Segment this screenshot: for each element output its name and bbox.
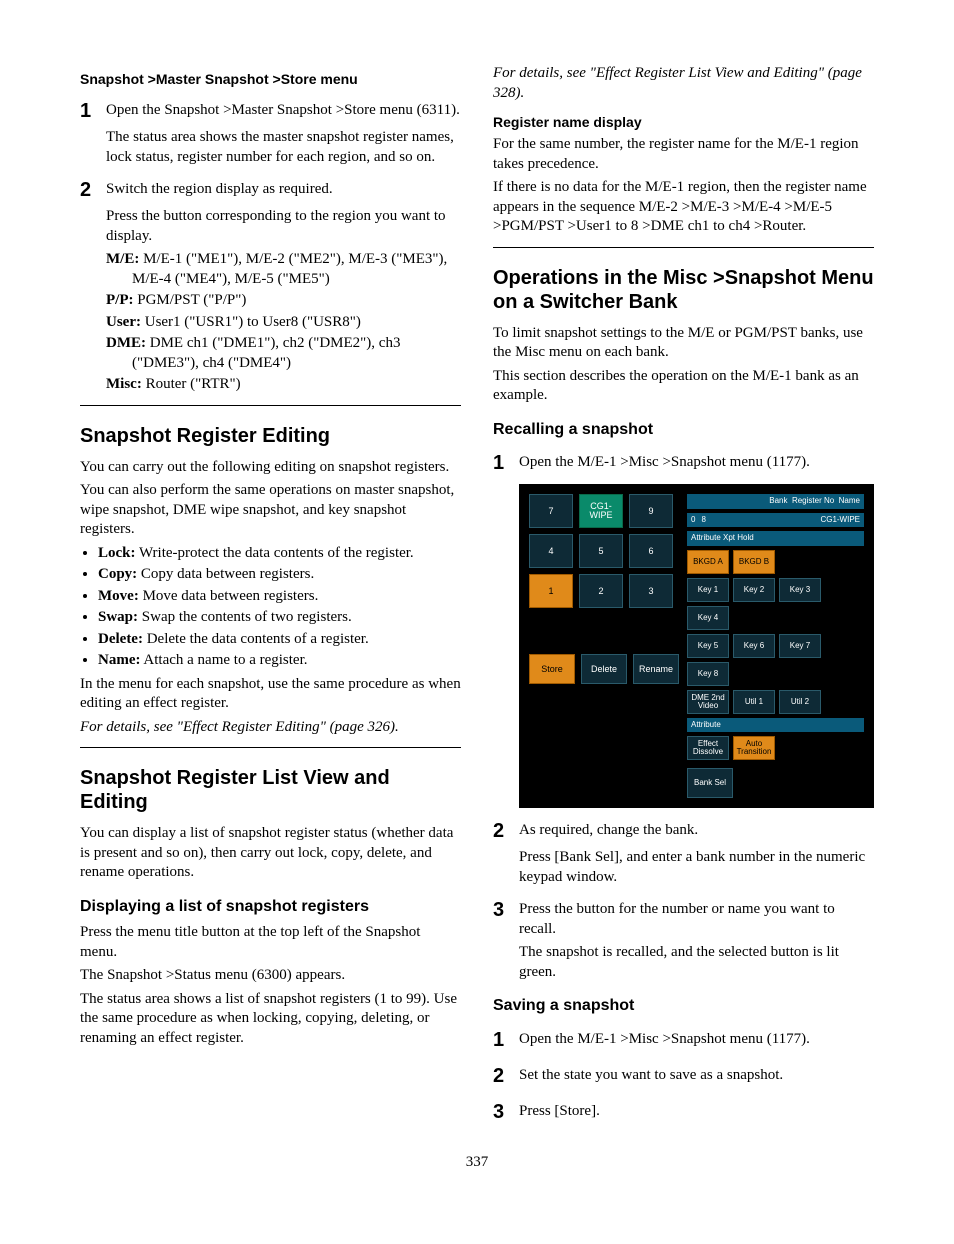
step-2-note: Press the button corresponding to the re… bbox=[106, 207, 461, 246]
keypad-4[interactable]: 4 bbox=[529, 534, 573, 568]
paragraph: The Snapshot >Status menu (6300) appears… bbox=[80, 966, 461, 986]
step-number: 1 bbox=[80, 98, 106, 124]
bkgd-a-button[interactable]: BKGD A bbox=[687, 550, 729, 574]
keypad-3[interactable]: 3 bbox=[629, 574, 673, 608]
keypad-1[interactable]: 1 bbox=[529, 574, 573, 608]
keypad-2[interactable]: 2 bbox=[579, 574, 623, 608]
step-1-note: The status area shows the master snapsho… bbox=[106, 128, 461, 167]
step-body: As required, change the bank. bbox=[519, 818, 874, 841]
bank-sel-button[interactable]: Bank Sel bbox=[687, 768, 733, 798]
paragraph: Press the menu title button at the top l… bbox=[80, 923, 461, 962]
paragraph: If there is no data for the M/E-1 region… bbox=[493, 178, 874, 237]
keypad-9[interactable]: 9 bbox=[629, 494, 673, 528]
key-2-button[interactable]: Key 2 bbox=[733, 578, 775, 602]
paragraph: To limit snapshot settings to the M/E or… bbox=[493, 324, 874, 363]
paragraph: This section describes the operation on … bbox=[493, 367, 874, 406]
util-2-button[interactable]: Util 2 bbox=[779, 690, 821, 714]
paragraph: For the same number, the register name f… bbox=[493, 135, 874, 174]
left-column: Snapshot >Master Snapshot >Store menu 1 … bbox=[80, 60, 461, 1129]
key-1-button[interactable]: Key 1 bbox=[687, 578, 729, 602]
key-7-button[interactable]: Key 7 bbox=[779, 634, 821, 658]
save-step-1: 1 Open the M/E-1 >Misc >Snapshot menu (1… bbox=[493, 1027, 874, 1053]
step-body: Open the Snapshot >Master Snapshot >Stor… bbox=[106, 98, 461, 121]
right-column: For details, see "Effect Register List V… bbox=[493, 60, 874, 1129]
key-4-button[interactable]: Key 4 bbox=[687, 606, 729, 630]
effect-dissolve-button[interactable]: Effect Dissolve bbox=[687, 736, 729, 760]
step-body: Open the M/E-1 >Misc >Snapshot menu (117… bbox=[519, 1027, 874, 1050]
keypad-5[interactable]: 5 bbox=[579, 534, 623, 568]
register-values: 0 8 CG1-WIPE bbox=[687, 513, 864, 527]
page-number: 337 bbox=[80, 1153, 874, 1173]
keypad: 7 CG1-WIPE 9 4 5 6 1 2 3 bbox=[529, 494, 679, 648]
step-body: Set the state you want to save as a snap… bbox=[519, 1063, 874, 1086]
step-number: 3 bbox=[493, 1099, 519, 1125]
bottom-row: Store Delete Rename bbox=[529, 654, 679, 684]
paragraph: You can display a list of snapshot regis… bbox=[80, 824, 461, 883]
menu-screenshot: 7 CG1-WIPE 9 4 5 6 1 2 3 Store Delete Re… bbox=[519, 484, 874, 808]
keypad-7[interactable]: 7 bbox=[529, 494, 573, 528]
dme-2nd-video-button[interactable]: DME 2nd Video bbox=[687, 690, 729, 714]
recall-step-2: 2 As required, change the bank. bbox=[493, 818, 874, 844]
subheading-recalling: Recalling a snapshot bbox=[493, 420, 874, 441]
save-step-2: 2 Set the state you want to save as a sn… bbox=[493, 1063, 874, 1089]
paragraph: You can carry out the following editing … bbox=[80, 458, 461, 478]
step-number: 1 bbox=[493, 1027, 519, 1053]
recall-step-1: 1 Open the M/E-1 >Misc >Snapshot menu (1… bbox=[493, 450, 874, 476]
step-body: Press [Store]. bbox=[519, 1099, 874, 1122]
util-1-button[interactable]: Util 1 bbox=[733, 690, 775, 714]
heading-list-view: Snapshot Register List View and Editing bbox=[80, 766, 461, 814]
step-1: 1 Open the Snapshot >Master Snapshot >St… bbox=[80, 98, 461, 124]
step-2: 2 Switch the region display as required. bbox=[80, 177, 461, 203]
heading-register-editing: Snapshot Register Editing bbox=[80, 424, 461, 448]
attr-xpt-hold-label: Attribute Xpt Hold bbox=[687, 531, 864, 545]
step-body: Press the button for the number or name … bbox=[519, 897, 874, 939]
attribute-label: Attribute bbox=[687, 718, 864, 732]
heading-misc-snapshot: Operations in the Misc >Snapshot Menu on… bbox=[493, 266, 874, 314]
store-button[interactable]: Store bbox=[529, 654, 575, 684]
keypad-6[interactable]: 6 bbox=[629, 534, 673, 568]
reference-link: For details, see "Effect Register List V… bbox=[493, 64, 874, 103]
screenshot-left: 7 CG1-WIPE 9 4 5 6 1 2 3 Store Delete Re… bbox=[529, 494, 679, 798]
subheading-display-list: Displaying a list of snapshot registers bbox=[80, 897, 461, 918]
key-8-button[interactable]: Key 8 bbox=[687, 662, 729, 686]
save-step-3: 3 Press [Store]. bbox=[493, 1099, 874, 1125]
step-number: 2 bbox=[80, 177, 106, 203]
heading-register-name: Register name display bbox=[493, 113, 874, 131]
recall-step-3: 3 Press the button for the number or nam… bbox=[493, 897, 874, 939]
register-header: Bank Register No Name bbox=[687, 494, 864, 508]
step-note: Press [Bank Sel], and enter a bank numbe… bbox=[519, 848, 874, 887]
step-number: 3 bbox=[493, 897, 519, 923]
auto-transition-button[interactable]: Auto Transition bbox=[733, 736, 775, 760]
step-number: 2 bbox=[493, 1063, 519, 1089]
key-6-button[interactable]: Key 6 bbox=[733, 634, 775, 658]
step-number: 1 bbox=[493, 450, 519, 476]
paragraph: In the menu for each snapshot, use the s… bbox=[80, 675, 461, 714]
keypad-cg1-wipe[interactable]: CG1-WIPE bbox=[579, 494, 623, 528]
edit-operations-list: Lock: Write-protect the data contents of… bbox=[98, 544, 461, 671]
reference-link: For details, see "Effect Register Editin… bbox=[80, 718, 461, 738]
step-note: The snapshot is recalled, and the select… bbox=[519, 943, 874, 982]
paragraph: You can also perform the same operations… bbox=[80, 481, 461, 540]
heading-store-menu: Snapshot >Master Snapshot >Store menu bbox=[80, 70, 461, 88]
bkgd-b-button[interactable]: BKGD B bbox=[733, 550, 775, 574]
region-list: M/E: M/E-1 ("ME1"), M/E-2 ("ME2"), M/E-3… bbox=[106, 250, 461, 395]
screenshot-right: Bank Register No Name 0 8 CG1-WIPE Attri… bbox=[687, 494, 864, 798]
step-body: Open the M/E-1 >Misc >Snapshot menu (117… bbox=[519, 450, 874, 473]
delete-button[interactable]: Delete bbox=[581, 654, 627, 684]
key-3-button[interactable]: Key 3 bbox=[779, 578, 821, 602]
rename-button[interactable]: Rename bbox=[633, 654, 679, 684]
key-5-button[interactable]: Key 5 bbox=[687, 634, 729, 658]
step-number: 2 bbox=[493, 818, 519, 844]
subheading-saving: Saving a snapshot bbox=[493, 996, 874, 1017]
step-body: Switch the region display as required. bbox=[106, 177, 461, 200]
paragraph: The status area shows a list of snapshot… bbox=[80, 990, 461, 1049]
